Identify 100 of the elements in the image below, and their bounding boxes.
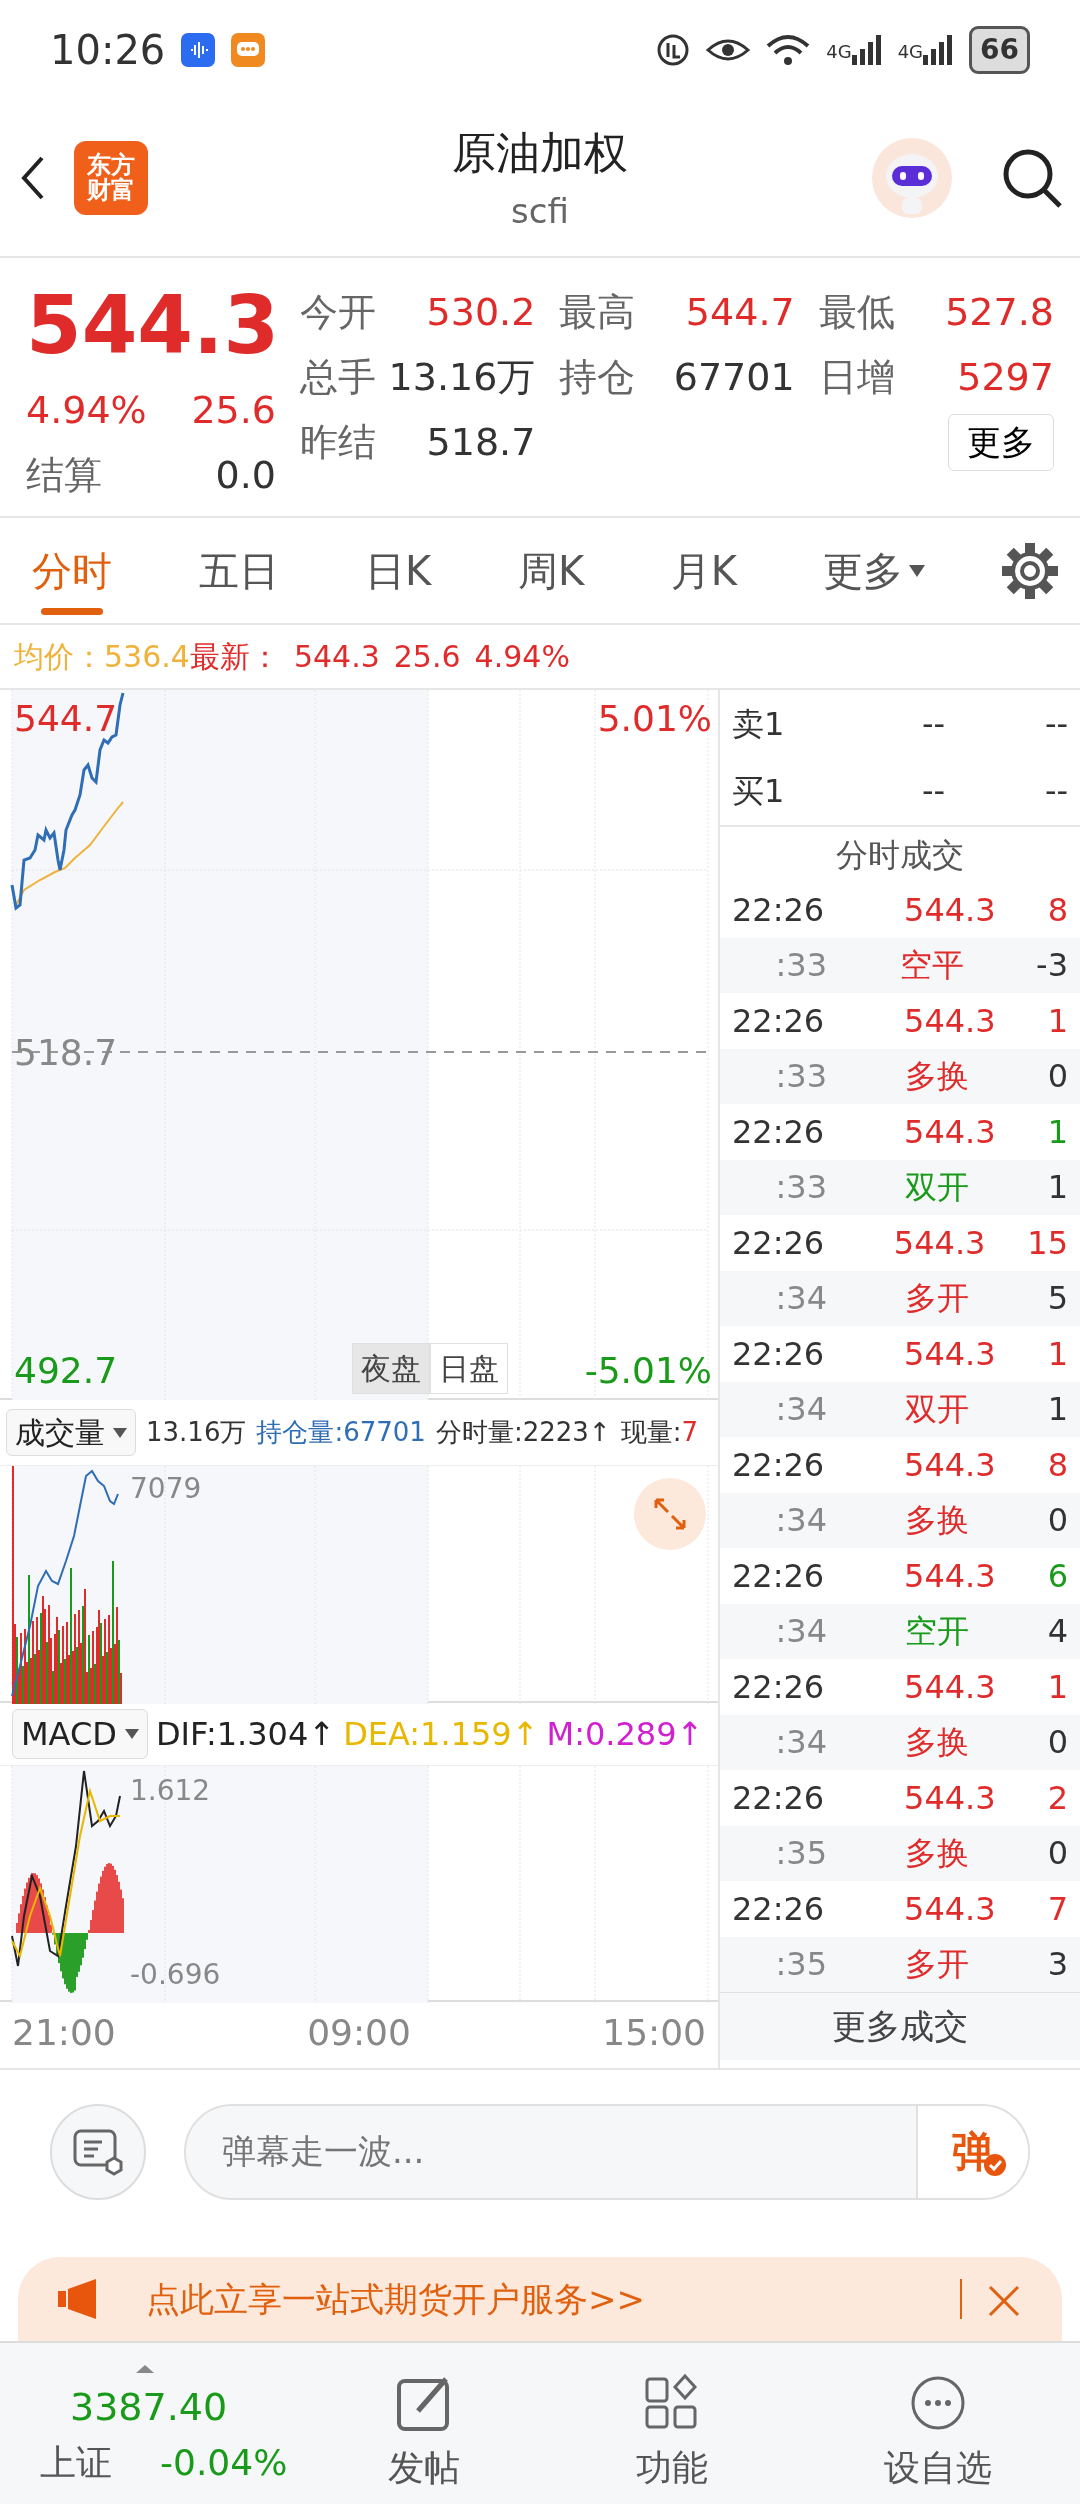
price-axis-label: 544.7: [14, 697, 118, 741]
stat-label: 结算: [26, 452, 102, 499]
index-change: -0.04%: [160, 2440, 288, 2485]
position-change: 4: [1047, 1611, 1068, 1653]
caret-icon: [909, 564, 926, 577]
order-level: 卖1: [732, 703, 786, 745]
trade-time: 22:26: [732, 1888, 826, 1930]
session-toggle[interactable]: 夜盘: [352, 1343, 430, 1394]
trade-volume: 1: [1047, 1666, 1068, 1708]
caret-icon: [113, 1427, 127, 1438]
stat-label: 持仓: [559, 354, 636, 401]
time-axis-label: 21:00: [12, 2011, 116, 2055]
stat-value: 518.7: [426, 419, 536, 466]
trade-seconds: :35: [774, 1833, 827, 1875]
trade-seconds: :34: [774, 1722, 827, 1764]
trade-type: 双开: [904, 1167, 971, 1209]
stat-value: 13.16万: [388, 354, 536, 401]
indicator-selector[interactable]: MACD: [12, 1709, 148, 1759]
stat-label: 总手: [300, 354, 376, 401]
macd-value: M:0.289↑: [546, 1714, 704, 1755]
section-title: 分时成交: [720, 825, 1080, 882]
index-name: 上证: [40, 2440, 112, 2485]
chart-tab[interactable]: 日K: [353, 518, 444, 623]
market-index-widget[interactable]: 3387.40 上证 -0.04%: [0, 2378, 300, 2490]
stat-label: 最低: [818, 289, 895, 336]
stat-label: 今开: [300, 289, 376, 336]
index-value: 3387.40: [70, 2383, 229, 2431]
trade-price: 544.3: [903, 1777, 997, 1819]
trade-type: 双开: [904, 1389, 971, 1431]
order-volume: --: [1044, 703, 1068, 745]
trade-seconds: :33: [774, 945, 827, 987]
chart-tab[interactable]: 五日: [186, 518, 291, 623]
nav-item[interactable]: 设自选: [796, 2372, 1080, 2496]
trade-volume: 6: [1047, 1555, 1068, 1597]
trade-seconds: :33: [774, 1056, 827, 1098]
percent-axis-label: 5.01%: [597, 697, 712, 741]
stat-value: 5297: [957, 354, 1054, 401]
trade-type: 空开: [904, 1611, 971, 1653]
trade-type: 多开: [904, 1944, 971, 1986]
trade-time: 22:26: [732, 1666, 826, 1708]
trade-volume: 1: [1047, 1111, 1068, 1153]
voice-app-icon: [181, 33, 216, 67]
trade-price: 544.3: [903, 1333, 997, 1375]
stat-value: 530.2: [426, 289, 536, 336]
trade-time: 22:26: [732, 889, 826, 931]
trade-type: 空平: [898, 945, 965, 987]
info-text: 544.3: [293, 638, 380, 676]
stat-value: 0.0: [215, 452, 276, 499]
chart-tab[interactable]: 月K: [658, 518, 749, 623]
trade-volume: 8: [1047, 889, 1068, 931]
comment-input[interactable]: 弹幕走一波... 弹: [184, 2103, 1030, 2200]
trade-type: 多换: [904, 1500, 971, 1542]
chart-tab[interactable]: 周K: [505, 518, 597, 623]
more-trades-button[interactable]: 更多成交: [720, 1992, 1080, 2060]
logo-text: 东方: [87, 152, 135, 178]
trade-seconds: :35: [774, 1944, 827, 1986]
macd-axis-label: -0.696: [130, 1957, 221, 1993]
trade-type: 多换: [904, 1722, 971, 1764]
trade-type: 多换: [904, 1833, 971, 1875]
price-axis-label: 492.7: [14, 1349, 118, 1393]
trade-price: 544.3: [903, 889, 997, 931]
send-danmaku-button[interactable]: 弹: [916, 2105, 1028, 2198]
logo-text: 财富: [87, 178, 135, 204]
settings-icon[interactable]: [1000, 540, 1060, 601]
trade-time: 22:26: [732, 1555, 826, 1597]
leaf-circle-icon: [656, 33, 691, 67]
close-icon: [986, 2283, 1022, 2319]
trade-time: 22:26: [732, 1222, 826, 1264]
macd-value: DEA:1.159↑: [343, 1714, 539, 1755]
trade-seconds: :33: [774, 1167, 827, 1209]
divider-line: [960, 2279, 962, 2319]
expand-icon: [652, 1496, 688, 1532]
info-text: 25.6: [393, 638, 461, 676]
position-change: -3: [1036, 945, 1068, 987]
nav-item[interactable]: 发帖: [300, 2372, 548, 2496]
change-value: 25.6: [191, 387, 276, 434]
time-axis-label: 09:00: [307, 2011, 411, 2055]
robot-avatar-icon[interactable]: [872, 138, 952, 218]
chart-tab[interactable]: 分时: [20, 518, 124, 623]
stat-label: 日增: [818, 354, 895, 401]
order-level: 买1: [732, 771, 786, 813]
trade-volume: 15: [1027, 1222, 1068, 1264]
indicator-selector[interactable]: 成交量: [6, 1409, 136, 1456]
wifi-icon: [766, 34, 811, 66]
percent-axis-label: -5.01%: [584, 1349, 712, 1393]
session-toggle[interactable]: 日盘: [430, 1343, 508, 1394]
info-text: 最新：: [189, 638, 280, 676]
last-price: 544.3: [26, 278, 276, 374]
stat-label: 最高: [559, 289, 636, 336]
nav-item[interactable]: 功能: [548, 2372, 796, 2496]
trade-volume: 1: [1047, 1333, 1068, 1375]
more-button[interactable]: 更多: [948, 414, 1054, 471]
trade-price: 544.3: [903, 1666, 997, 1708]
stat-value: 527.8: [945, 289, 1054, 336]
macd-value: DIF:1.304↑: [155, 1714, 336, 1755]
current-volume-label: 现量:: [620, 1417, 682, 1447]
network-label: 4G: [897, 40, 924, 64]
trade-time: 22:26: [732, 1777, 826, 1819]
change-percent: 4.94%: [26, 387, 147, 434]
dropdown-tab[interactable]: 更多: [811, 518, 938, 623]
